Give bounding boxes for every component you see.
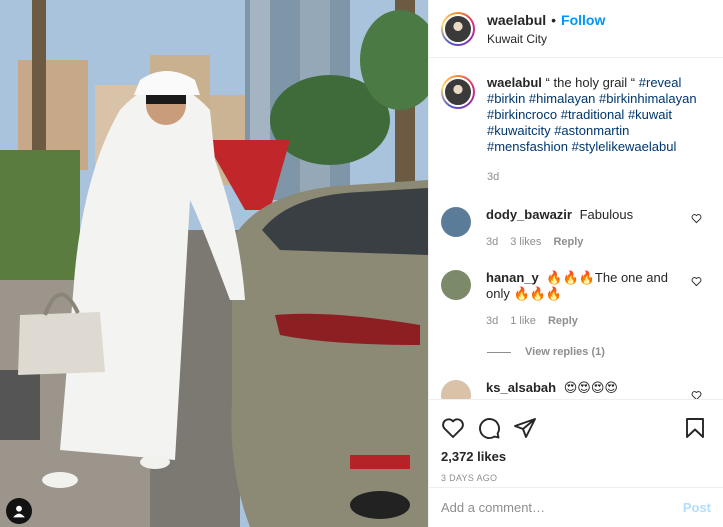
- comment-age: 3d: [486, 236, 499, 248]
- hashtag-link[interactable]: #himalayan: [529, 91, 596, 106]
- comment-item: ks_alsabah 😍😍😍😍: [441, 380, 716, 399]
- comment-age: 3d: [486, 315, 499, 327]
- small-heart-icon[interactable]: [691, 390, 702, 399]
- comment-icon[interactable]: [477, 416, 501, 440]
- commenter-avatar[interactable]: [441, 380, 471, 399]
- commenter-avatar[interactable]: [441, 207, 471, 237]
- author-username[interactable]: waelabul: [487, 12, 546, 28]
- comment-likes[interactable]: 3 likes: [510, 234, 541, 250]
- user-tag-button[interactable]: [6, 498, 32, 524]
- commenter-username[interactable]: dody_bawazir: [486, 207, 572, 222]
- hashtag-link[interactable]: #astonmartin: [554, 123, 629, 138]
- reply-button[interactable]: Reply: [553, 234, 583, 250]
- post-header: waelabul • Follow Kuwait City: [429, 0, 723, 58]
- post-photo[interactable]: [0, 0, 428, 527]
- location-link[interactable]: Kuwait City: [487, 32, 605, 46]
- comment-item: hanan_y 🔥🔥🔥The one and only 🔥🔥🔥 3d 1 lik…: [441, 270, 716, 329]
- add-comment-input[interactable]: [441, 500, 683, 515]
- post-image: [0, 0, 428, 527]
- comment-text: Fabulous: [579, 207, 634, 222]
- hashtag-link[interactable]: #reveal: [639, 75, 682, 90]
- hashtag-link[interactable]: #traditional: [561, 107, 625, 122]
- reply-button[interactable]: Reply: [548, 313, 578, 329]
- share-icon[interactable]: [513, 416, 537, 440]
- separator-dot: •: [551, 11, 557, 28]
- comment-likes[interactable]: 1 like: [510, 313, 536, 329]
- hashtag-link[interactable]: #birkincroco: [487, 107, 557, 122]
- post-timestamp[interactable]: 3 DAYS AGO: [441, 473, 711, 483]
- author-avatar[interactable]: [441, 11, 475, 46]
- follow-button[interactable]: Follow: [561, 12, 605, 28]
- likes-count[interactable]: 2,372 likes: [441, 449, 711, 464]
- hashtag-link[interactable]: #kuwaitcity: [487, 123, 551, 138]
- hashtag-link[interactable]: #birkin: [487, 91, 525, 106]
- commenter-username[interactable]: hanan_y: [486, 270, 539, 285]
- comment-item: dody_bawazir Fabulous 3d 3 likes Reply: [441, 207, 716, 250]
- hashtag-link[interactable]: #stylelikewaelabul: [572, 139, 677, 154]
- caption-text: “ the holy grail “: [545, 75, 636, 90]
- hashtag-link[interactable]: #kuwait: [628, 107, 672, 122]
- add-comment-bar: Post: [429, 487, 723, 527]
- post-comment-button[interactable]: Post: [683, 500, 711, 515]
- commenter-username[interactable]: ks_alsabah: [486, 380, 556, 395]
- hashtag-link[interactable]: #mensfashion: [487, 139, 568, 154]
- small-heart-icon[interactable]: [691, 276, 702, 290]
- bookmark-icon[interactable]: [683, 416, 707, 440]
- commenter-avatar[interactable]: [441, 270, 471, 300]
- divider-line: [487, 351, 511, 353]
- comment-text: 😍😍😍😍: [563, 380, 618, 395]
- caption-username[interactable]: waelabul: [487, 75, 542, 90]
- post-side-panel: waelabul • Follow Kuwait City waelabul “…: [428, 0, 723, 527]
- view-replies-button[interactable]: View replies (1): [487, 346, 605, 358]
- small-heart-icon[interactable]: [691, 213, 702, 227]
- caption: waelabul “ the holy grail “ #reveal #bir…: [429, 59, 723, 185]
- hashtag-link[interactable]: #birkinhimalayan: [599, 91, 697, 106]
- comments-list[interactable]: waelabul “ the holy grail “ #reveal #bir…: [429, 59, 723, 399]
- caption-author-avatar[interactable]: [441, 75, 475, 109]
- view-replies-label: View replies (1): [525, 346, 605, 358]
- caption-age: 3d: [487, 171, 500, 183]
- heart-icon[interactable]: [441, 416, 465, 440]
- post-actions: 2,372 likes 3 DAYS AGO: [429, 399, 723, 487]
- user-tag-icon: [12, 504, 26, 518]
